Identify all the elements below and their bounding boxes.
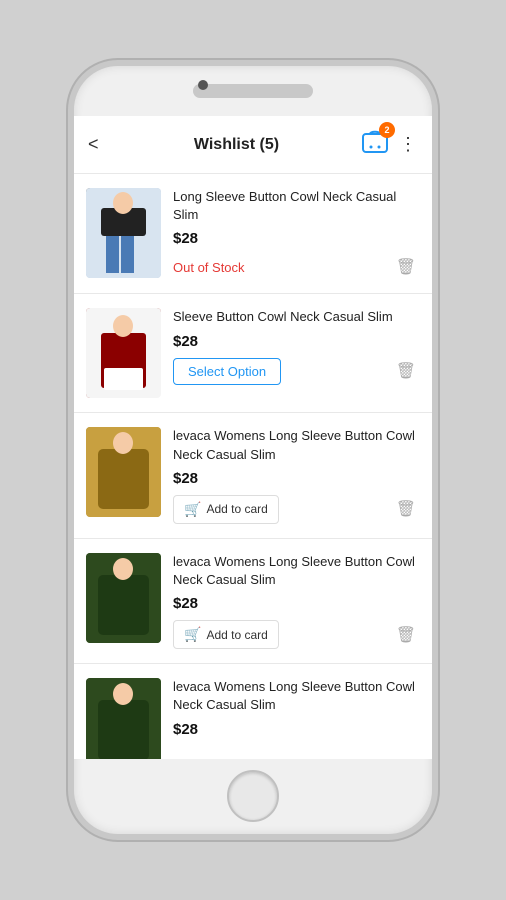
phone-camera	[198, 80, 208, 90]
item-action-row-2: Select Option 🗑	[173, 358, 420, 385]
cart-button[interactable]: 2	[361, 128, 389, 161]
wishlist-item-3: levaca Womens Long Sleeve Button Cowl Ne…	[74, 413, 432, 538]
page-title: Wishlist (5)	[194, 136, 279, 154]
more-options-button[interactable]: ⋮	[399, 134, 418, 155]
delete-button-2[interactable]: 🗑	[392, 359, 420, 383]
wishlist-scroll-area[interactable]: Long Sleeve Button Cowl Neck Casual Slim…	[74, 174, 432, 759]
product-details-3: levaca Womens Long Sleeve Button Cowl Ne…	[173, 427, 420, 523]
product-details-1: Long Sleeve Button Cowl Neck Casual Slim…	[173, 188, 420, 279]
cart-add-icon-4: 🛒	[184, 626, 201, 643]
product-price-5: $28	[173, 721, 420, 738]
product-name-1: Long Sleeve Button Cowl Neck Casual Slim	[173, 188, 420, 224]
wishlist-item-2: Sleeve Button Cowl Neck Casual Slim $28 …	[74, 294, 432, 413]
product-details-5: levaca Womens Long Sleeve Button Cowl Ne…	[173, 678, 420, 745]
volume-up-button	[68, 206, 70, 242]
product-image-1[interactable]	[86, 188, 161, 278]
item-action-row-3: 🛒 Add to card 🗑	[173, 495, 420, 524]
item-action-row-4: 🛒 Add to card 🗑	[173, 620, 420, 649]
volume-down-button	[68, 256, 70, 292]
home-button[interactable]	[227, 770, 279, 822]
product-img-svg-4	[86, 553, 161, 643]
delete-button-1[interactable]: 🗑	[392, 255, 420, 279]
product-name-3: levaca Womens Long Sleeve Button Cowl Ne…	[173, 427, 420, 463]
product-price-3: $28	[173, 470, 420, 487]
product-img-svg-3	[86, 427, 161, 517]
phone-wrapper: < Wishlist (5) 2 ⋮	[0, 0, 506, 900]
add-to-cart-button-3[interactable]: 🛒 Add to card	[173, 495, 279, 524]
phone-body: < Wishlist (5) 2 ⋮	[68, 60, 438, 840]
cart-add-icon-3: 🛒	[184, 501, 201, 518]
product-price-2: $28	[173, 333, 420, 350]
wishlist-item-1: Long Sleeve Button Cowl Neck Casual Slim…	[74, 174, 432, 294]
product-img-svg-5	[86, 678, 161, 759]
product-details-2: Sleeve Button Cowl Neck Casual Slim $28 …	[173, 308, 420, 384]
delete-button-3[interactable]: 🗑	[392, 497, 420, 521]
product-name-4: levaca Womens Long Sleeve Button Cowl Ne…	[173, 553, 420, 589]
delete-button-4[interactable]: 🗑	[392, 623, 420, 647]
wishlist-item-5: levaca Womens Long Sleeve Button Cowl Ne…	[74, 664, 432, 759]
product-img-svg-2	[86, 308, 161, 398]
add-to-cart-label-3: Add to card	[206, 502, 267, 516]
product-image-5[interactable]	[86, 678, 161, 759]
phone-speaker	[193, 84, 313, 98]
add-to-cart-button-4[interactable]: 🛒 Add to card	[173, 620, 279, 649]
add-to-cart-label-4: Add to card	[206, 628, 267, 642]
product-name-5: levaca Womens Long Sleeve Button Cowl Ne…	[173, 678, 420, 714]
app-header: < Wishlist (5) 2 ⋮	[74, 116, 432, 174]
power-button	[436, 226, 438, 276]
cart-badge: 2	[379, 122, 395, 138]
wishlist-item-4: levaca Womens Long Sleeve Button Cowl Ne…	[74, 539, 432, 664]
product-img-svg-1	[86, 188, 161, 278]
product-image-3[interactable]	[86, 427, 161, 517]
product-price-4: $28	[173, 595, 420, 612]
product-name-2: Sleeve Button Cowl Neck Casual Slim	[173, 308, 420, 326]
out-of-stock-label-1: Out of Stock	[173, 260, 245, 275]
back-button[interactable]: <	[88, 134, 112, 155]
item-action-row-1: Out of Stock 🗑	[173, 255, 420, 279]
product-details-4: levaca Womens Long Sleeve Button Cowl Ne…	[173, 553, 420, 649]
product-image-2[interactable]	[86, 308, 161, 398]
header-actions: 2 ⋮	[361, 128, 418, 161]
product-image-4[interactable]	[86, 553, 161, 643]
select-option-button-2[interactable]: Select Option	[173, 358, 281, 385]
product-price-1: $28	[173, 230, 420, 247]
screen: < Wishlist (5) 2 ⋮	[74, 116, 432, 759]
